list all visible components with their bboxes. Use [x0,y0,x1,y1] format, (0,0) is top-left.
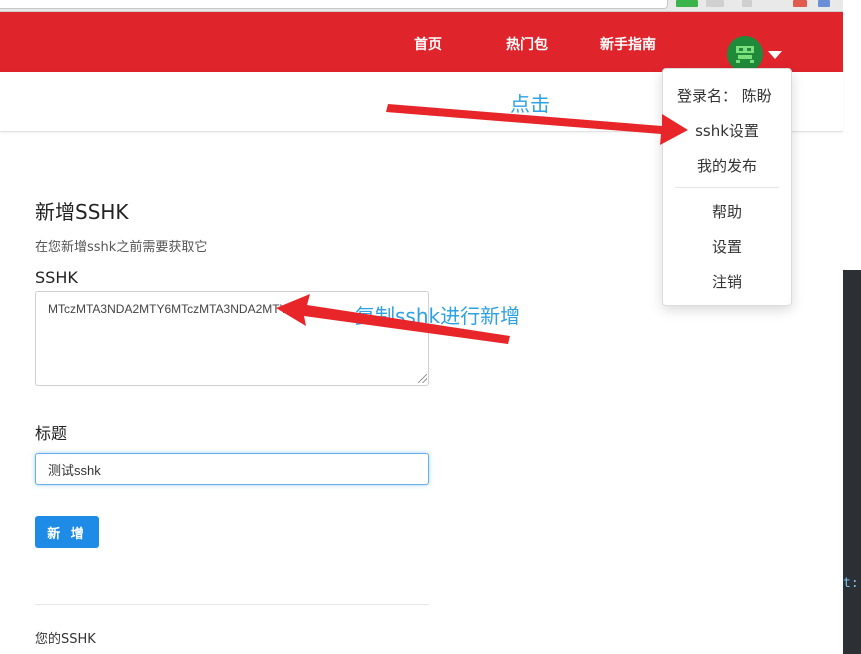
extension-icon[interactable] [793,0,807,7]
top-navbar: 首页 热门包 新手指南 [0,12,843,72]
user-dropdown-menu: 登录名： 陈盼 sshk设置 我的发布 帮助 设置 注销 [662,68,792,306]
menu-divider [675,187,779,188]
browser-address-bar[interactable] [0,0,668,9]
title-input[interactable] [35,453,429,485]
extension-icon[interactable] [676,0,698,7]
code-fragment: t: [843,576,859,591]
green-robot-avatar-icon[interactable] [727,36,763,72]
textarea-resize-handle[interactable] [418,374,427,383]
extension-icon[interactable] [818,0,830,7]
login-label: 登录名： [677,87,738,105]
login-name: 陈盼 [741,87,772,105]
your-sshk-heading: 您的SSHK [35,632,96,647]
browser-chrome [0,0,843,12]
nav-link-guide[interactable]: 新手指南 [600,34,656,54]
section-divider [35,604,429,605]
title-field-label: 标题 [35,424,68,443]
sshk-field-label: SSHK [35,268,78,287]
menu-item-my-publish[interactable]: 我的发布 [663,155,791,176]
page-title: 新增SSHK [35,200,129,224]
menu-item-logout[interactable]: 注销 [663,271,791,292]
side-panel-light-area [843,0,861,270]
annotation-click: 点击 [510,92,550,116]
extension-icon[interactable] [742,0,752,7]
menu-item-sshk-settings[interactable]: sshk设置 [663,120,791,141]
nav-link-popular[interactable]: 热门包 [506,34,548,54]
side-editor-panel: t: [843,0,861,654]
annotation-copy-sshk: 复制sshk进行新增 [355,304,521,328]
page-description: 在您新增sshk之前需要获取它 [35,240,208,255]
caret-down-icon[interactable] [768,51,782,59]
menu-item-help[interactable]: 帮助 [663,201,791,222]
add-sshk-button[interactable]: 新 增 [35,516,99,548]
nav-link-home[interactable]: 首页 [414,34,442,54]
login-name-row: 登录名： 陈盼 [677,85,772,106]
menu-item-settings[interactable]: 设置 [663,236,791,257]
extension-icon[interactable] [706,0,724,7]
